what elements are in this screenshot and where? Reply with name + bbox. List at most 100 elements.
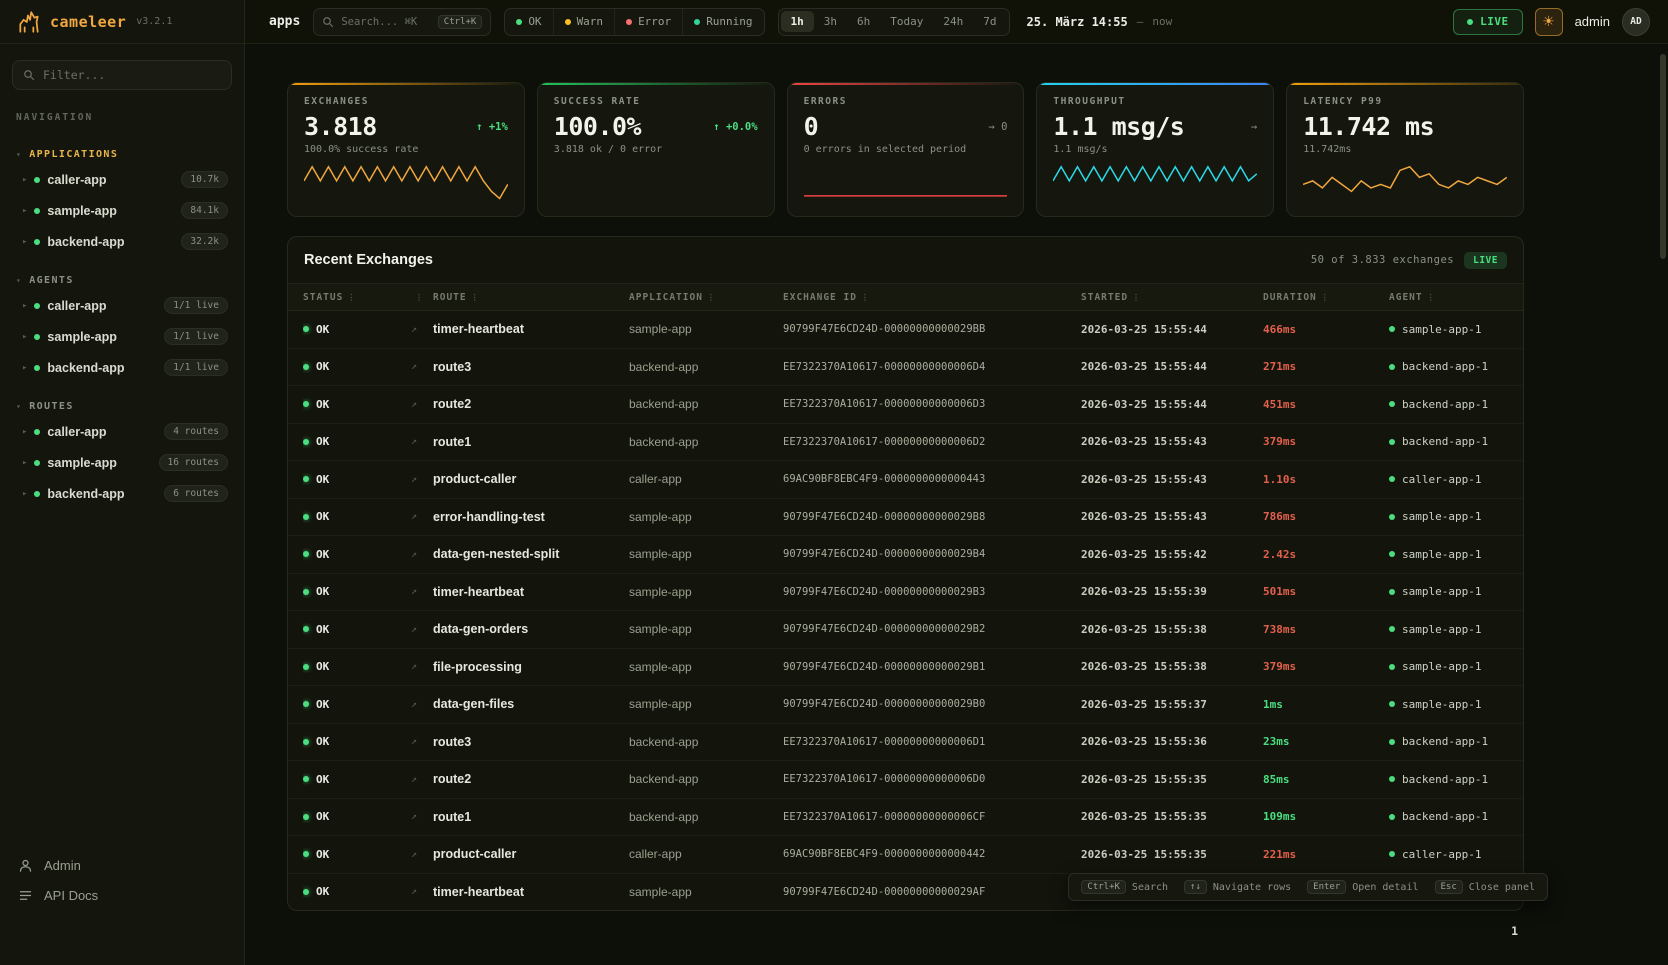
sidebar-item[interactable]: ▸ caller-app 4 routes: [8, 416, 236, 447]
column-header[interactable]: STARTED ⋮: [1081, 292, 1263, 303]
sidebar-item[interactable]: ▸ caller-app 10.7k: [8, 164, 236, 195]
open-route-arrow-icon[interactable]: ↗: [411, 586, 433, 597]
open-route-arrow-icon[interactable]: ↗: [411, 474, 433, 485]
column-header[interactable]: APPLICATION ⋮: [629, 292, 783, 303]
sidebar-item[interactable]: ▸ sample-app 1/1 live: [8, 321, 236, 352]
range-button[interactable]: 3h: [814, 11, 847, 32]
route-cell[interactable]: data-gen-files: [433, 697, 629, 711]
status-filter-chip[interactable]: OK: [505, 9, 553, 35]
column-header[interactable]: ⋮: [411, 293, 433, 302]
route-cell[interactable]: timer-heartbeat: [433, 322, 629, 336]
range-button[interactable]: 24h: [933, 11, 973, 32]
table-row[interactable]: OK ↗ file-processing sample-app 90799F47…: [288, 649, 1523, 687]
search-box[interactable]: Ctrl+K: [313, 8, 491, 36]
stat-card[interactable]: SUCCESS RATE 100.0% ↑ +0.0% 3.818 ok / 0…: [537, 82, 775, 217]
open-route-arrow-icon[interactable]: ↗: [411, 811, 433, 822]
sidebar-item-admin[interactable]: Admin: [18, 858, 226, 873]
sidebar-item[interactable]: ▸ backend-app 6 routes: [8, 478, 236, 509]
column-header[interactable]: DURATION ⋮: [1263, 292, 1389, 303]
range-button[interactable]: 6h: [847, 11, 880, 32]
started-cell: 2026-03-25 15:55:35: [1081, 810, 1263, 823]
open-route-arrow-icon[interactable]: ↗: [411, 849, 433, 860]
route-cell[interactable]: file-processing: [433, 660, 629, 674]
live-button[interactable]: LIVE: [1453, 9, 1523, 35]
sidebar-section-header[interactable]: ▾ AGENTS: [8, 271, 236, 290]
open-route-arrow-icon[interactable]: ↗: [411, 736, 433, 747]
route-cell[interactable]: route2: [433, 772, 629, 786]
agent-label: caller-app-1: [1402, 473, 1481, 486]
table-row[interactable]: OK ↗ route2 backend-app EE7322370A10617-…: [288, 386, 1523, 424]
table-row[interactable]: OK ↗ data-gen-files sample-app 90799F47E…: [288, 686, 1523, 724]
stat-card[interactable]: LATENCY P99 11.742 ms 11.742ms: [1286, 82, 1524, 217]
table-row[interactable]: OK ↗ route3 backend-app EE7322370A10617-…: [288, 724, 1523, 762]
open-route-arrow-icon[interactable]: ↗: [411, 699, 433, 710]
table-row[interactable]: OK ↗ timer-heartbeat sample-app 90799F47…: [288, 574, 1523, 612]
sidebar-item-api-docs[interactable]: API Docs: [18, 888, 226, 903]
route-cell[interactable]: data-gen-orders: [433, 622, 629, 636]
table-row[interactable]: OK ↗ route1 backend-app EE7322370A10617-…: [288, 799, 1523, 837]
open-route-arrow-icon[interactable]: ↗: [411, 361, 433, 372]
status-filter-chip[interactable]: Warn: [554, 9, 616, 35]
open-route-arrow-icon[interactable]: ↗: [411, 661, 433, 672]
range-button[interactable]: Today: [880, 11, 933, 32]
route-cell[interactable]: error-handling-test: [433, 510, 629, 524]
exchange-id-cell: 90799F47E6CD24D-00000000000029B0: [783, 698, 1081, 710]
status-filter-chip[interactable]: Running: [683, 9, 763, 35]
sidebar-item[interactable]: ▸ caller-app 1/1 live: [8, 290, 236, 321]
open-route-arrow-icon[interactable]: ↗: [411, 624, 433, 635]
table-row[interactable]: OK ↗ product-caller caller-app 69AC90BF8…: [288, 461, 1523, 499]
route-cell[interactable]: timer-heartbeat: [433, 585, 629, 599]
status-filter-chip[interactable]: Error: [615, 9, 683, 35]
table-row[interactable]: OK ↗ route1 backend-app EE7322370A10617-…: [288, 424, 1523, 462]
table-row[interactable]: OK ↗ data-gen-nested-split sample-app 90…: [288, 536, 1523, 574]
route-cell[interactable]: product-caller: [433, 472, 629, 486]
table-row[interactable]: OK ↗ timer-heartbeat sample-app 90799F47…: [288, 311, 1523, 349]
open-route-arrow-icon[interactable]: ↗: [411, 399, 433, 410]
stat-card[interactable]: THROUGHPUT 1.1 msg/s → 1.1 msg/s: [1036, 82, 1274, 217]
table-row[interactable]: OK ↗ data-gen-orders sample-app 90799F47…: [288, 611, 1523, 649]
user-icon: [18, 858, 33, 873]
table-row[interactable]: OK ↗ error-handling-test sample-app 9079…: [288, 499, 1523, 537]
open-route-arrow-icon[interactable]: ↗: [411, 324, 433, 335]
column-header[interactable]: ROUTE ⋮: [433, 292, 629, 303]
route-cell[interactable]: timer-heartbeat: [433, 885, 629, 899]
sidebar-section-header[interactable]: ▾ APPLICATIONS: [8, 145, 236, 164]
sidebar-section-header[interactable]: ▾ ROUTES: [8, 397, 236, 416]
search-input[interactable]: [341, 16, 430, 28]
stat-card[interactable]: EXCHANGES 3.818 ↑ +1% 100.0% success rat…: [287, 82, 525, 217]
open-route-arrow-icon[interactable]: ↗: [411, 511, 433, 522]
sidebar-item[interactable]: ▸ backend-app 1/1 live: [8, 352, 236, 383]
chevron-right-icon: ▸: [22, 301, 27, 311]
page-number[interactable]: 1: [1511, 924, 1518, 938]
open-route-arrow-icon[interactable]: ↗: [411, 886, 433, 897]
sidebar-item[interactable]: ▸ sample-app 84.1k: [8, 195, 236, 226]
route-cell[interactable]: route1: [433, 435, 629, 449]
route-cell[interactable]: route3: [433, 735, 629, 749]
range-button[interactable]: 7d: [973, 11, 1006, 32]
scrollbar-thumb[interactable]: [1660, 54, 1666, 259]
theme-toggle-button[interactable]: ☀: [1535, 8, 1563, 36]
column-header[interactable]: AGENT ⋮: [1389, 292, 1508, 303]
avatar[interactable]: AD: [1622, 8, 1650, 36]
open-route-arrow-icon[interactable]: ↗: [411, 436, 433, 447]
filter-input[interactable]: [43, 68, 221, 82]
route-cell[interactable]: route3: [433, 360, 629, 374]
range-button[interactable]: 1h: [781, 11, 814, 32]
pagination[interactable]: 1: [287, 924, 1524, 938]
sidebar-filter[interactable]: [12, 60, 232, 90]
open-route-arrow-icon[interactable]: ↗: [411, 549, 433, 560]
logo-row[interactable]: cameleer v3.2.1: [0, 0, 244, 44]
column-header[interactable]: STATUS ⋮: [303, 292, 411, 303]
stat-card[interactable]: ERRORS 0 → 0 0 errors in selected period: [787, 82, 1025, 217]
open-route-arrow-icon[interactable]: ↗: [411, 774, 433, 785]
table-row[interactable]: OK ↗ route3 backend-app EE7322370A10617-…: [288, 349, 1523, 387]
sidebar-item[interactable]: ▸ backend-app 32.2k: [8, 226, 236, 257]
table-row[interactable]: OK ↗ route2 backend-app EE7322370A10617-…: [288, 761, 1523, 799]
route-cell[interactable]: route1: [433, 810, 629, 824]
route-cell[interactable]: data-gen-nested-split: [433, 547, 629, 561]
column-header[interactable]: EXCHANGE ID ⋮: [783, 292, 1081, 303]
table-row[interactable]: OK ↗ product-caller caller-app 69AC90BF8…: [288, 836, 1523, 874]
route-cell[interactable]: product-caller: [433, 847, 629, 861]
route-cell[interactable]: route2: [433, 397, 629, 411]
sidebar-item[interactable]: ▸ sample-app 16 routes: [8, 447, 236, 478]
